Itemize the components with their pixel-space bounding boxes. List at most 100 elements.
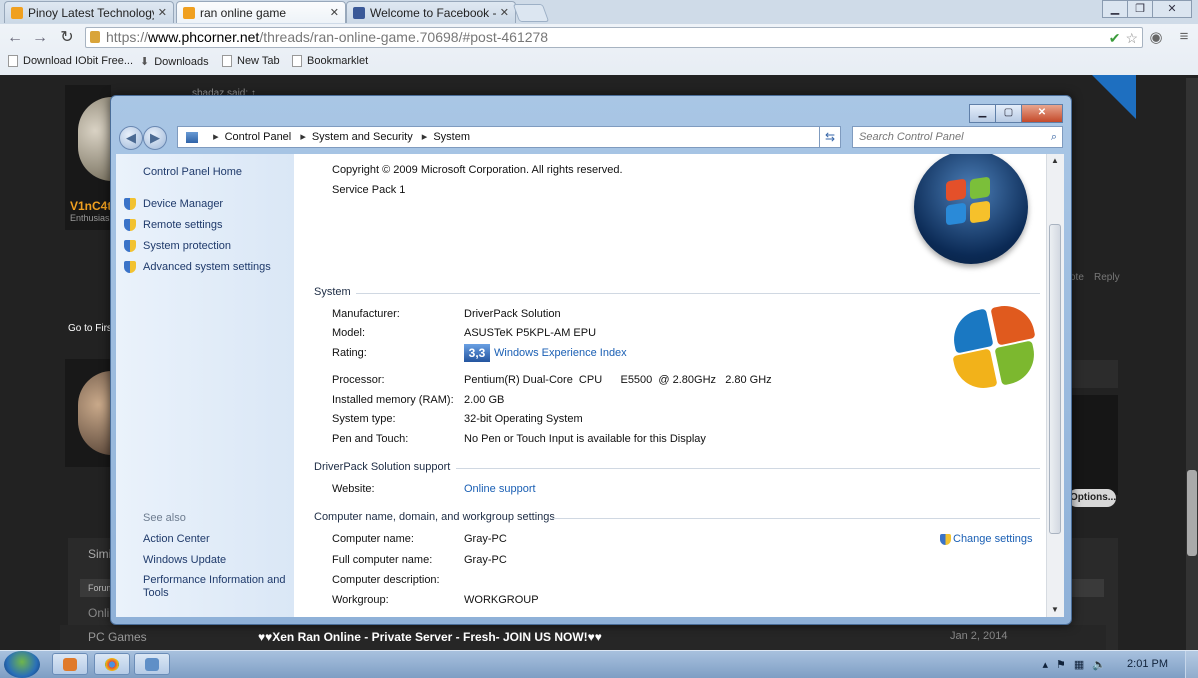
scrollbar-thumb[interactable] xyxy=(1187,470,1197,556)
extension-icon[interactable]: ◉ xyxy=(1146,28,1166,48)
tab-ran-online-game[interactable]: ran online game ✕ xyxy=(176,1,346,23)
change-settings-label[interactable]: Change settings xyxy=(953,533,1033,545)
chevron-right-icon[interactable]: ▸ xyxy=(422,131,428,143)
forward-arrow-icon[interactable]: ▶ xyxy=(143,126,167,150)
similar-threads-title: Simi xyxy=(88,547,112,561)
search-placeholder: Search Control Panel xyxy=(859,131,964,143)
taskbar-app-explorer[interactable] xyxy=(52,653,88,675)
rating-value: 3,3 Windows Experience Index xyxy=(464,344,627,362)
check-icon[interactable]: ✔ xyxy=(1109,30,1121,46)
corner-ribbon xyxy=(1092,75,1136,119)
explorer-navigation: ◀ ▶ ▸ Control Panel ▸ System and Security … xyxy=(119,126,1063,150)
breadcrumb-system-and-security[interactable]: System and Security xyxy=(312,131,413,143)
show-hidden-icons-icon[interactable]: ▴ xyxy=(1042,658,1048,671)
chrome-icon xyxy=(105,658,119,671)
back-arrow-icon[interactable]: ← xyxy=(4,27,26,49)
go-to-first-link[interactable]: Go to Firs xyxy=(68,323,112,334)
window-caption-buttons: ▁ ▢ ✕ xyxy=(969,104,1063,123)
reply-link[interactable]: Reply xyxy=(1094,272,1120,283)
tab-pinoy-latest-technology[interactable]: Pinoy Latest Technology F ✕ xyxy=(4,1,174,23)
tab-label: Welcome to Facebook - L xyxy=(370,5,496,20)
device-manager-link[interactable]: Device Manager xyxy=(143,198,223,210)
system-section-heading: System xyxy=(314,286,351,298)
tab-facebook[interactable]: Welcome to Facebook - L ✕ xyxy=(346,1,516,23)
windows-experience-index-link[interactable]: Windows Experience Index xyxy=(494,347,627,359)
new-tab-button[interactable] xyxy=(512,4,550,22)
minimize-button[interactable]: ▁ xyxy=(1102,0,1128,18)
row-forum[interactable]: PC Games xyxy=(88,630,147,644)
start-button[interactable] xyxy=(4,651,40,678)
scrollbar-thumb[interactable] xyxy=(1049,224,1061,534)
search-input[interactable]: Search Control Panel ⌕ xyxy=(852,126,1063,148)
breadcrumb-system[interactable]: System xyxy=(433,131,470,143)
windows-logo-icon xyxy=(914,154,1028,264)
tab-label: Pinoy Latest Technology F xyxy=(28,5,154,20)
bookmarks-bar: Download IObit Free... ⬇ Downloads New T… xyxy=(0,52,1198,74)
star-icon[interactable]: ☆ xyxy=(1125,30,1138,46)
reload-icon[interactable]: ↻ xyxy=(56,27,78,49)
bookmark-label: Downloads xyxy=(154,55,209,68)
close-window-button[interactable]: ✕ xyxy=(1152,0,1192,18)
user-title: Enthusias xyxy=(70,213,110,223)
volume-icon[interactable]: 🔈 xyxy=(1092,658,1106,671)
search-icon[interactable]: ⌕ xyxy=(1051,127,1057,147)
control-panel-home-link[interactable]: Control Panel Home xyxy=(143,166,242,178)
back-arrow-icon[interactable]: ◀ xyxy=(119,126,143,150)
menu-icon[interactable]: ≡ xyxy=(1174,28,1194,48)
page-icon xyxy=(292,55,302,67)
experience-index-score[interactable]: 3,3 xyxy=(464,344,490,362)
taskbar-app-chrome[interactable] xyxy=(94,653,130,675)
facebook-favicon-icon xyxy=(353,6,365,19)
change-settings-link[interactable]: Change settings xyxy=(940,533,1033,545)
scroll-up-icon[interactable]: ▲ xyxy=(1051,156,1059,165)
post-side-block xyxy=(1070,395,1118,495)
advanced-system-settings-link[interactable]: Advanced system settings xyxy=(143,261,271,273)
bookmark-new-tab[interactable]: New Tab xyxy=(222,55,280,67)
bookmark-bookmarklet[interactable]: Bookmarklet xyxy=(292,55,368,67)
action-center-link[interactable]: Action Center xyxy=(143,533,210,545)
taskbar-app-control-panel[interactable] xyxy=(134,653,170,675)
minimize-button[interactable]: ▁ xyxy=(969,104,996,123)
close-window-button[interactable]: ✕ xyxy=(1021,104,1063,123)
breadcrumb-control-panel[interactable]: Control Panel xyxy=(225,131,292,143)
refresh-icon[interactable]: ⇆ xyxy=(819,126,841,148)
network-icon[interactable]: ▦ xyxy=(1074,658,1084,671)
show-desktop-button[interactable] xyxy=(1185,651,1198,678)
address-bar[interactable]: https://www.phcorner.net/threads/ran-onl… xyxy=(85,27,1143,48)
options-button[interactable]: Options... xyxy=(1068,489,1116,507)
support-section-heading: DriverPack Solution support xyxy=(314,461,451,473)
maximize-button[interactable]: ❐ xyxy=(1127,0,1153,18)
performance-information-link[interactable]: Performance Information and Tools xyxy=(143,574,293,600)
forum-cell[interactable]: Onli xyxy=(88,606,109,620)
close-icon[interactable]: ✕ xyxy=(500,6,509,19)
page-scrollbar[interactable] xyxy=(1186,78,1198,650)
post-username[interactable]: V1nC4t xyxy=(70,199,111,213)
logo-red-pane xyxy=(946,178,966,202)
close-icon[interactable]: ✕ xyxy=(158,6,167,19)
windows-update-link[interactable]: Windows Update xyxy=(143,554,226,566)
page-icon xyxy=(8,55,18,67)
clock[interactable]: 2:01 PM xyxy=(1127,658,1168,670)
remote-settings-link[interactable]: Remote settings xyxy=(143,219,222,231)
scroll-down-icon[interactable]: ▼ xyxy=(1051,605,1059,614)
row-thread-title[interactable]: ♥♥Xen Ran Online - Private Server - Fres… xyxy=(258,630,602,644)
online-support-link[interactable]: Online support xyxy=(464,483,536,495)
bookmark-downloads[interactable]: ⬇ Downloads xyxy=(140,55,209,69)
breadcrumb[interactable]: ▸ Control Panel ▸ System and Security ▸ Sys… xyxy=(177,126,829,148)
bookmark-download-iobit[interactable]: Download IObit Free... xyxy=(8,55,133,67)
options-label: Options... xyxy=(1070,492,1117,503)
forward-arrow-icon[interactable]: → xyxy=(29,27,51,49)
quote-link[interactable]: ote xyxy=(1070,272,1084,283)
similar-thread-row[interactable]: PC Games ♥♥Xen Ran Online - Private Serv… xyxy=(60,625,1106,650)
computer-description-label: Computer description: xyxy=(332,574,440,586)
action-center-flag-icon[interactable]: ⚑ xyxy=(1056,658,1066,671)
maximize-button[interactable]: ▢ xyxy=(995,104,1022,123)
service-pack-text: Service Pack 1 xyxy=(332,184,406,196)
chevron-right-icon[interactable]: ▸ xyxy=(300,131,306,143)
tab-label: ran online game xyxy=(200,5,287,20)
content-scrollbar[interactable]: ▲ ▼ xyxy=(1046,154,1064,617)
see-also-heading: See also xyxy=(143,512,186,524)
chevron-right-icon[interactable]: ▸ xyxy=(213,131,219,143)
system-protection-link[interactable]: System protection xyxy=(143,240,231,252)
close-icon[interactable]: ✕ xyxy=(330,6,339,19)
